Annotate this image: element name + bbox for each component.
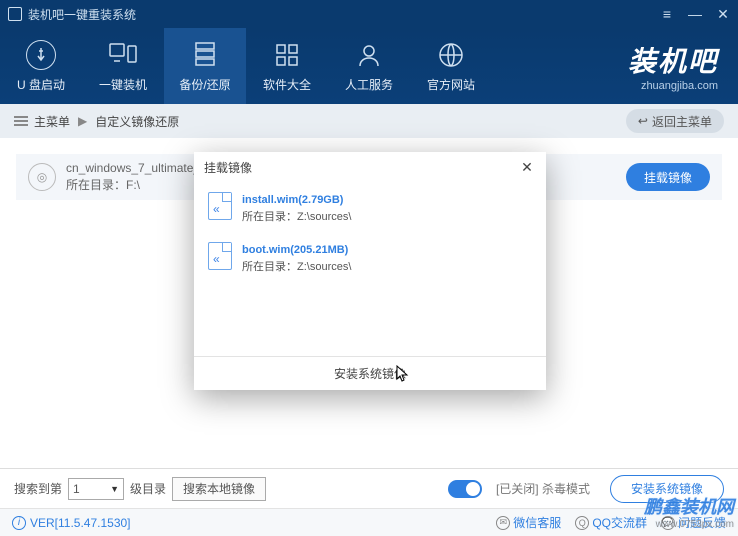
search-prefix: 搜索到第 <box>14 480 62 497</box>
search-local-label: 搜索本地镜像 <box>183 480 255 497</box>
nav-label: 备份/还原 <box>179 76 230 93</box>
modal-body: « install.wim(2.79GB) 所在目录：Z:\sources\ «… <box>194 182 546 356</box>
nav-label: U 盘启动 <box>17 76 65 93</box>
bottom-toolbar: 搜索到第 1 ▼ 级目录 搜索本地镜像 [已关闭] 杀毒模式 安装系统镜像 <box>0 468 738 508</box>
image-option-boot[interactable]: « boot.wim(205.21MB) 所在目录：Z:\sources\ <box>204 236 536 286</box>
watermark-url: www.0753px.com <box>644 519 734 530</box>
brand: 装机吧 zhuangjiba.com <box>628 28 738 104</box>
wechat-icon: ✉ <box>496 516 510 530</box>
watermark: 鹏鑫装机网 www.0753px.com <box>644 493 734 530</box>
modal-close-button[interactable]: ✕ <box>518 158 536 176</box>
header-nav: U 盘启动 一键装机 备份/还原 软件大全 人工服务 官方网站 装机吧 zhua… <box>0 28 738 104</box>
nav-usb-boot[interactable]: U 盘启动 <box>0 28 82 104</box>
link-label: QQ交流群 <box>592 514 647 531</box>
monitor-icon <box>108 40 138 70</box>
version-text[interactable]: VER[11.5.47.1530] <box>30 516 131 530</box>
brand-url: zhuangjiba.com <box>641 80 718 92</box>
info-icon: i <box>12 516 26 530</box>
titlebar: 装机吧一键重装系统 ≡ — ✕ <box>0 0 738 28</box>
image-name: install.wim(2.79GB) <box>242 194 343 206</box>
link-label: 微信客服 <box>513 514 561 531</box>
nav-label: 人工服务 <box>345 76 393 93</box>
brand-cn: 装机吧 <box>628 40 718 80</box>
nav-website[interactable]: 官方网站 <box>410 28 492 104</box>
list-icon <box>14 116 28 126</box>
nav-label: 官方网站 <box>427 76 475 93</box>
window-title: 装机吧一键重装系统 <box>28 6 136 23</box>
chevron-down-icon: ▼ <box>110 484 119 494</box>
nav-one-click[interactable]: 一键装机 <box>82 28 164 104</box>
search-local-button[interactable]: 搜索本地镜像 <box>172 477 266 501</box>
modal-install-label: 安装系统镜像 <box>334 365 406 382</box>
search-suffix: 级目录 <box>130 480 166 497</box>
modal-title: 挂载镜像 <box>204 159 252 176</box>
nav-backup-restore[interactable]: 备份/还原 <box>164 28 246 104</box>
globe-icon <box>436 40 466 70</box>
headset-icon <box>354 40 384 70</box>
app-icon <box>8 7 22 21</box>
breadcrumb-root[interactable]: 主菜单 <box>34 113 70 130</box>
file-name: cn_windows_7_ultimate_v <box>66 160 206 177</box>
usb-icon <box>26 40 56 70</box>
image-name: boot.wim(205.21MB) <box>242 244 348 256</box>
mount-image-modal: 挂载镜像 ✕ « install.wim(2.79GB) 所在目录：Z:\sou… <box>194 152 546 390</box>
minimize-button[interactable]: — <box>688 6 702 23</box>
file-path: 所在目录：F:\ <box>66 177 206 194</box>
breadcrumb-current: 自定义镜像还原 <box>95 113 179 130</box>
level-combo[interactable]: 1 ▼ <box>68 478 124 500</box>
nav-label: 软件大全 <box>263 76 311 93</box>
antivirus-toggle[interactable] <box>448 480 482 498</box>
grid-icon <box>272 40 302 70</box>
back-main-button[interactable]: ↩ 返回主菜单 <box>626 109 724 133</box>
disc-icon: ◎ <box>28 163 56 191</box>
wechat-support-link[interactable]: ✉ 微信客服 <box>496 514 561 531</box>
mount-image-label: 挂载镜像 <box>644 169 692 186</box>
back-arrow-icon: ↩ <box>638 114 648 128</box>
image-path: 所在目录：Z:\sources\ <box>242 261 351 273</box>
back-main-label: 返回主菜单 <box>652 113 712 130</box>
nav-software[interactable]: 软件大全 <box>246 28 328 104</box>
menu-button[interactable]: ≡ <box>660 6 674 23</box>
nav-label: 一键装机 <box>99 76 147 93</box>
image-path: 所在目录：Z:\sources\ <box>242 211 351 223</box>
qq-icon: Q <box>575 516 589 530</box>
breadcrumb: 主菜单 ▶ 自定义镜像还原 ↩ 返回主菜单 <box>0 104 738 138</box>
server-icon <box>190 40 220 70</box>
modal-header: 挂载镜像 ✕ <box>194 152 546 182</box>
status-bar: i VER[11.5.47.1530] ✉ 微信客服 Q QQ交流群 💬 问题反… <box>0 508 738 536</box>
image-option-install[interactable]: « install.wim(2.79GB) 所在目录：Z:\sources\ <box>204 186 536 236</box>
nav-support[interactable]: 人工服务 <box>328 28 410 104</box>
mount-image-button[interactable]: 挂载镜像 <box>626 163 710 191</box>
wim-file-icon: « <box>208 192 232 220</box>
qq-group-link[interactable]: Q QQ交流群 <box>575 514 647 531</box>
combo-value: 1 <box>73 482 80 496</box>
close-button[interactable]: ✕ <box>716 6 730 23</box>
modal-install-button[interactable]: 安装系统镜像 <box>194 356 546 390</box>
antivirus-label: [已关闭] 杀毒模式 <box>496 480 590 497</box>
wim-file-icon: « <box>208 242 232 270</box>
watermark-text: 鹏鑫装机网 <box>644 497 734 517</box>
chevron-right-icon: ▶ <box>78 114 87 128</box>
